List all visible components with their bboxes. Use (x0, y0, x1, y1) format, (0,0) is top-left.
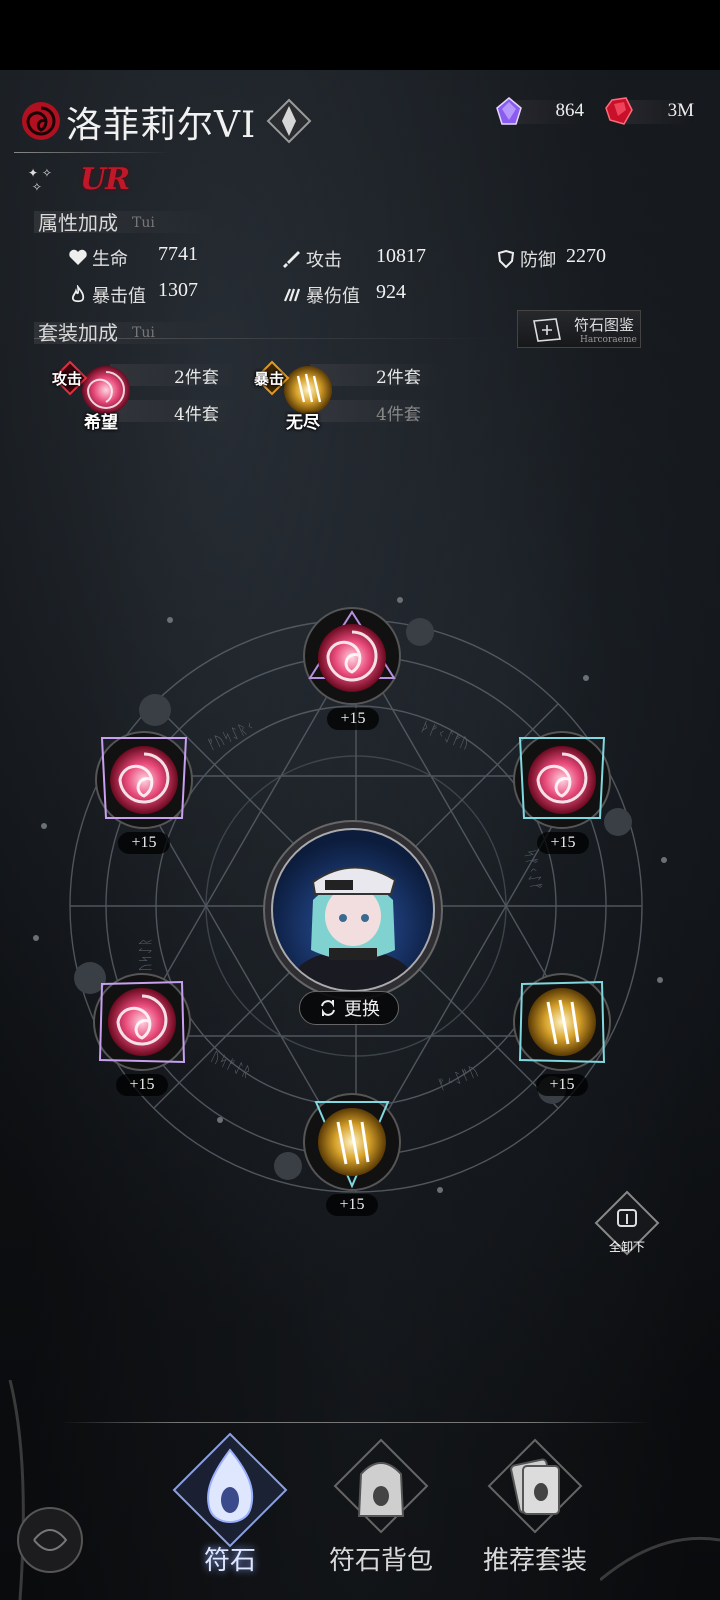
attributes-title: 属性加成 (38, 211, 118, 235)
rune-flame-icon (172, 1432, 288, 1548)
stat-hp: 生命 7741 (68, 243, 198, 271)
rune-slot-lower-right[interactable] (512, 972, 612, 1072)
rune-slot-top-level: +15 (327, 708, 379, 730)
rune-slot-upper-left-level: +15 (118, 832, 170, 854)
sword-icon (283, 251, 300, 268)
purple-crystal-icon (496, 97, 522, 125)
rune-slot-lower-left-level: +15 (116, 1074, 168, 1096)
set-bonus-sub: Tui (132, 325, 155, 341)
rune-codex-button[interactable]: 符石图鉴 Harcoraeme (517, 310, 641, 348)
set-bonus-title: 套装加成 (38, 321, 118, 345)
currency-gem[interactable]: 3M (604, 96, 700, 128)
set-endless-2pc: 2件套 (376, 368, 421, 388)
svg-text:ᛋᚠᚲᛇᚠ: ᛋᚠᚲᛇᚠ (521, 848, 544, 892)
shield-icon (497, 249, 515, 269)
claw-icon (283, 288, 301, 302)
rune-slot-bottom[interactable] (302, 1092, 402, 1192)
flame-icon (71, 285, 85, 303)
spiral-icon (22, 102, 60, 140)
nav-tab-recommended-sets[interactable]: 推荐套装 (460, 1430, 610, 1590)
nav-rune-bag-label: 符石背包 (328, 1546, 433, 1576)
rank-badge-icon (266, 98, 312, 144)
backpack-icon (333, 1438, 429, 1534)
rune-slot-top[interactable] (302, 606, 402, 706)
stat-atk: 攻击 10817 (282, 245, 426, 272)
crystal-count: 864 (555, 100, 585, 121)
cards-icon (487, 1438, 583, 1534)
change-character-button[interactable]: 更换 (299, 991, 399, 1025)
svg-text:ᚠᚢᛋᛇᚱᚲ: ᚠᚢᛋᛇᚱᚲ (205, 718, 257, 754)
stat-def-value: 2270 (566, 245, 606, 267)
svg-text:ᚠᚲᛇᚠᚢ: ᚠᚲᛇᚠᚢ (436, 1063, 481, 1094)
nav-tab-rune-bag[interactable]: 符石背包 (306, 1430, 456, 1590)
set-name-endless: 无尽 (286, 413, 320, 433)
rune-slot-bottom-level: +15 (326, 1194, 378, 1216)
thorn-decoration (600, 1536, 720, 1582)
set-endless-4pc: 4件套 (376, 405, 421, 425)
rune-slot-lower-right-level: +15 (536, 1074, 588, 1096)
red-gem-icon (605, 97, 633, 125)
rune-slot-upper-left[interactable] (94, 730, 194, 830)
swap-icon (321, 1000, 335, 1016)
set-name-hope: 希望 (84, 413, 118, 433)
character-avatar-image (293, 866, 413, 990)
svg-text:ᚦᚠᚲᛇᚠᚢ: ᚦᚠᚲᛇᚠᚢ (419, 719, 472, 753)
rarity-badge: UR (80, 162, 130, 197)
heart-icon (69, 249, 87, 265)
rune-slot-upper-right-level: +15 (537, 832, 589, 854)
unequip-all-label: 全卸下 (608, 1240, 645, 1254)
codex-book-icon (533, 318, 561, 342)
sparkle-icon: ✦ ✧ ✧ (28, 166, 52, 194)
stat-critdmg-value: 924 (376, 281, 406, 303)
currency-crystal[interactable]: 864 (494, 96, 590, 128)
rune-slot-upper-right[interactable] (512, 730, 612, 830)
set-hope-4pc: 4件套 (174, 405, 219, 425)
bottom-nav-divider (60, 1422, 650, 1423)
set-tag-crit: 暴击 (254, 370, 285, 388)
stat-crit: 暴击值 1307 (68, 279, 198, 308)
nav-runes-label: 符石 (203, 1546, 256, 1576)
rune-slot-lower-left[interactable] (92, 972, 192, 1072)
stat-crit-value: 1307 (158, 279, 198, 301)
nav-tab-runes[interactable]: 符石 (155, 1430, 305, 1590)
set-hope-2pc: 2件套 (174, 368, 219, 388)
status-bar-area (0, 0, 720, 70)
change-label: 更换 (344, 999, 380, 1020)
stat-hp-value: 7741 (158, 243, 198, 265)
stat-critdmg: 暴伤值 924 (282, 281, 406, 308)
stat-def: 防御 2270 (496, 245, 606, 272)
character-name: 洛菲莉尔VI (66, 105, 257, 146)
stat-atk-value: 10817 (376, 245, 426, 267)
gem-count: 3M (667, 100, 694, 121)
header-divider (14, 152, 169, 153)
svg-text:ᚢᛋᚠᛇᚱ: ᚢᛋᚠᛇᚱ (208, 1049, 253, 1081)
set-tag-attack: 攻击 (52, 370, 83, 388)
attributes-sub: Tui (132, 215, 155, 231)
rose-decoration (8, 1380, 83, 1600)
character-portrait[interactable] (271, 828, 435, 992)
unequip-all-button[interactable]: 全卸下 (592, 1190, 662, 1260)
nav-recommended-sets-label: 推荐套装 (482, 1546, 587, 1576)
